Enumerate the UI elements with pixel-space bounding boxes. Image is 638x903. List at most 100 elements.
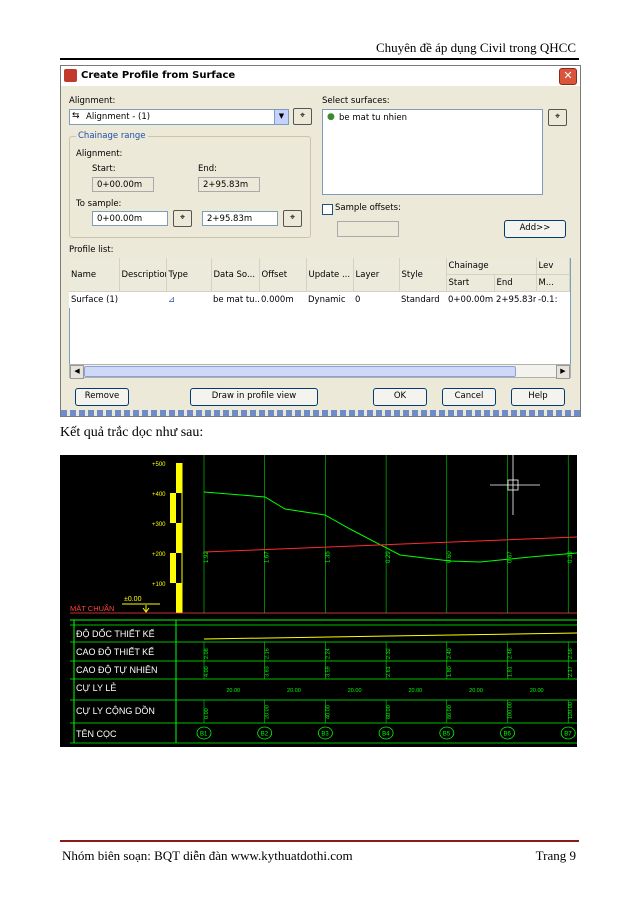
row-layer[interactable]: 0 — [353, 292, 399, 309]
table-row-label: TÊN CỌC — [76, 729, 117, 739]
natural-elevation-value: 4.00 — [204, 666, 210, 677]
row-offset: 0.000m — [261, 295, 294, 305]
col-header-layer[interactable]: Layer — [353, 258, 400, 292]
table-row[interactable]: Surface (1) ⊿ be mat tu... 0.000m Dynami… — [69, 292, 569, 309]
row-start: 0+00.00m — [448, 295, 494, 305]
scroll-right-icon[interactable]: ▶ — [556, 365, 570, 379]
design-elevation-value: 2.08 — [204, 648, 210, 659]
help-button[interactable]: Help — [511, 388, 565, 406]
chevron-down-icon[interactable]: ▼ — [274, 110, 288, 124]
col-header-type[interactable]: Type — [166, 258, 212, 292]
sample-start-pick-button[interactable]: ⌖ — [173, 210, 192, 227]
natural-elevation-value: 3.83 — [265, 666, 271, 677]
station-name: B2 — [261, 732, 269, 738]
datum-label: MẶT CHUẨN — [70, 604, 114, 613]
surface-icon: ● — [327, 112, 335, 122]
row-style[interactable]: Standard — [399, 292, 446, 309]
table-row-label: CỰ LY LẺ — [76, 682, 116, 693]
dialog-title-bar: Create Profile from Surface ✕ — [61, 66, 580, 86]
sample-end-input[interactable]: 2+95.83m — [202, 211, 278, 226]
col-header-description[interactable]: Description — [119, 258, 167, 292]
row-end: 2+95.83m — [496, 295, 536, 305]
scale-block — [170, 523, 176, 553]
col-header-offset[interactable]: Offset — [259, 258, 307, 292]
remove-button[interactable]: Remove — [75, 388, 129, 406]
ok-button[interactable]: OK — [373, 388, 427, 406]
chainage-range-group: Chainage range Alignment: Start: End: 0+… — [69, 131, 311, 238]
station-name: B7 — [564, 732, 572, 738]
col-header-end[interactable]: End — [494, 274, 537, 292]
datum-arrow-icon — [142, 605, 150, 613]
design-elevation-value: 2.16 — [265, 648, 271, 659]
row-name[interactable]: Surface (1) — [69, 292, 119, 309]
profile-table: Name Description Type Data So... Offset … — [69, 258, 570, 308]
row-data-source: be mat tu... — [213, 295, 259, 305]
station-name: B1 — [200, 732, 208, 738]
cut-fill-label: 0.60 — [447, 551, 453, 563]
col-group-level: Lev — [536, 258, 570, 275]
natural-elevation-value: 1.80 — [447, 666, 453, 677]
add-button[interactable]: Add>> — [504, 220, 566, 238]
natural-elevation-value: 2.61 — [386, 666, 392, 677]
sample-offsets-checkbox[interactable] — [322, 204, 333, 215]
horizontal-scrollbar[interactable]: ◀ ▶ — [69, 364, 571, 379]
app-icon — [64, 69, 77, 82]
alignment-start-field: 0+00.00m — [92, 177, 154, 192]
scroll-left-icon[interactable]: ◀ — [70, 365, 84, 379]
crosshair-icon — [490, 455, 540, 515]
surface-item[interactable]: be mat tu nhien — [339, 113, 407, 123]
scale-block — [170, 463, 176, 493]
alignment-select[interactable]: Alignment - (1) ⇆ ▼ — [69, 109, 289, 125]
sample-offsets-label: Sample offsets: — [335, 203, 401, 213]
page-number: Trang 9 — [535, 848, 576, 863]
station-name: B4 — [382, 732, 390, 738]
close-button[interactable]: ✕ — [559, 68, 577, 85]
axis-tick-label: +100 — [152, 582, 166, 588]
cumulative-distance-value: 120.00 — [568, 702, 574, 719]
cut-fill-label: 1.35 — [325, 551, 331, 563]
row-description[interactable] — [119, 292, 166, 309]
cut-fill-label: 1.92 — [204, 551, 210, 563]
draw-in-profile-view-button[interactable]: Draw in profile view — [190, 388, 318, 406]
sample-offsets-input — [337, 221, 399, 237]
alignment-pick-button[interactable]: ⌖ — [293, 108, 312, 125]
create-profile-dialog: Create Profile from Surface ✕ Alignment:… — [60, 65, 581, 417]
cut-fill-label: 0.67 — [508, 551, 514, 563]
design-slope-marker — [203, 632, 577, 640]
dialog-bottom-edge — [61, 410, 580, 416]
sample-start-value: 0+00.00m — [97, 214, 143, 224]
station-name: B5 — [443, 732, 451, 738]
col-header-name[interactable]: Name — [69, 258, 120, 292]
design-elevation-value: 2.48 — [508, 648, 514, 659]
sample-start-input[interactable]: 0+00.00m — [92, 211, 168, 226]
page-header-title: Chuyên đề áp dụng Civil trong QHCC — [375, 40, 576, 55]
spacing-value: 20.00 — [287, 688, 301, 694]
natural-elevation-value: 2.17 — [568, 666, 574, 677]
sample-end-pick-button[interactable]: ⌖ — [283, 210, 302, 227]
col-header-style[interactable]: Style — [399, 258, 447, 292]
col-header-start[interactable]: Start — [446, 274, 495, 292]
cancel-button[interactable]: Cancel — [442, 388, 496, 406]
axis-tick-label: +200 — [152, 552, 166, 558]
scale-block — [170, 583, 176, 613]
sample-end-value: 2+95.83m — [207, 214, 253, 224]
scale-block — [176, 553, 182, 583]
alignment-select-value: Alignment - (1) — [86, 112, 151, 122]
axis-tick-label: +300 — [152, 522, 166, 528]
alignment-end-field: 2+95.83m — [198, 177, 260, 192]
footer-left: Nhóm biên soạn: BQT diễn đàn www.kythuat… — [62, 848, 353, 863]
dialog-title: Create Profile from Surface — [81, 70, 236, 81]
col-header-level[interactable]: M... — [536, 274, 570, 292]
cumulative-distance-value: 40.00 — [325, 705, 331, 719]
axis-tick-label: +400 — [152, 492, 166, 498]
table-row-label: CAO ĐỘ THIẾT KẾ — [76, 647, 154, 657]
scroll-thumb[interactable] — [84, 366, 516, 377]
row-update[interactable]: Dynamic — [306, 292, 353, 309]
spacing-value: 20.00 — [348, 688, 362, 694]
surface-list[interactable]: ● be mat tu nhien — [322, 109, 543, 195]
end-label: End: — [198, 164, 218, 174]
profile-type-icon: ⊿ — [168, 295, 176, 305]
surface-pick-button[interactable]: ⌖ — [548, 109, 567, 126]
col-header-data-source[interactable]: Data So... — [211, 258, 260, 292]
col-header-update[interactable]: Update ... — [306, 258, 354, 292]
